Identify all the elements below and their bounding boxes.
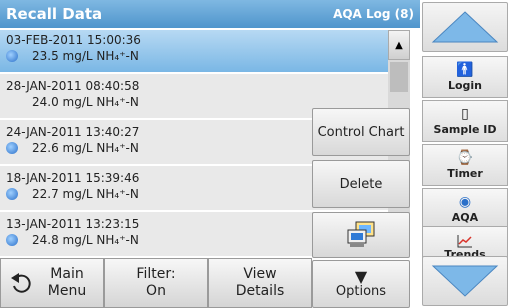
main-menu-button[interactable]: Main Menu [0,258,104,308]
sample-bottle-icon [6,188,18,200]
trends-icon [457,234,472,247]
scroll-up-button[interactable]: ▲ [388,30,410,60]
up-arrow-icon [431,11,499,43]
sample-id-label: Sample ID [433,122,497,136]
filter-label: Filter: On [136,266,176,299]
right-sidebar: 🚹 Login ▯ Sample ID ⌚ Timer ◉ AQA Trends [420,0,510,308]
main-menu-label: Main Menu [47,266,87,299]
aqa-icon: ◉ [458,193,472,210]
scroll-thumb[interactable] [390,62,408,92]
scroll-down-arrow-button[interactable] [422,256,508,306]
aqa-label: AQA [451,210,479,224]
row-value: 22.7 mg/L NH₄⁺-N [32,187,139,201]
row-value: 24.0 mg/L NH₄⁺-N [32,95,139,109]
view-details-button[interactable]: View Details [208,258,312,308]
computer-icon [347,221,375,247]
sample-bottle-icon [6,50,18,62]
aqa-button[interactable]: ◉ AQA [422,188,508,230]
row-date: 28-JAN-2011 08:40:58 [6,79,140,93]
scroll-up-arrow-button[interactable] [422,2,508,52]
delete-button[interactable]: Delete [312,160,410,208]
timer-button[interactable]: ⌚ Timer [422,144,508,186]
timer-label: Timer [447,166,483,180]
bottle-icon: ▯ [461,105,469,122]
control-chart-button[interactable]: Control Chart [312,108,410,156]
sample-bottle-icon [6,234,18,246]
triangle-up-icon: ▲ [395,39,403,51]
login-label: Login [447,78,483,92]
filter-button[interactable]: Filter: On [104,258,208,308]
computer-button[interactable] [312,212,410,258]
page-title: Recall Data [6,5,103,23]
timer-icon: ⌚ [456,149,474,166]
person-icon: 🚹 [456,61,474,78]
log-label: AQA Log (8) [333,7,414,21]
login-button[interactable]: 🚹 Login [422,56,508,98]
row-date: 03-FEB-2011 15:00:36 [6,33,141,47]
sample-id-button[interactable]: ▯ Sample ID [422,100,508,142]
row-value: 22.6 mg/L NH₄⁺-N [32,141,139,155]
title-bar: Recall Data AQA Log (8) [0,0,420,28]
back-arrow-icon [11,273,31,293]
bottom-bar: Main Menu Filter: On View Details [0,258,420,308]
sample-bottle-icon [6,142,18,154]
list-item-selected[interactable]: 03-FEB-2011 15:00:36 23.5 mg/L NH₄⁺-N [0,30,388,74]
down-arrow-icon [431,265,499,297]
view-details-label: View Details [235,266,285,299]
row-value: 24.8 mg/L NH₄⁺-N [32,233,139,247]
row-value: 23.5 mg/L NH₄⁺-N [32,49,139,63]
